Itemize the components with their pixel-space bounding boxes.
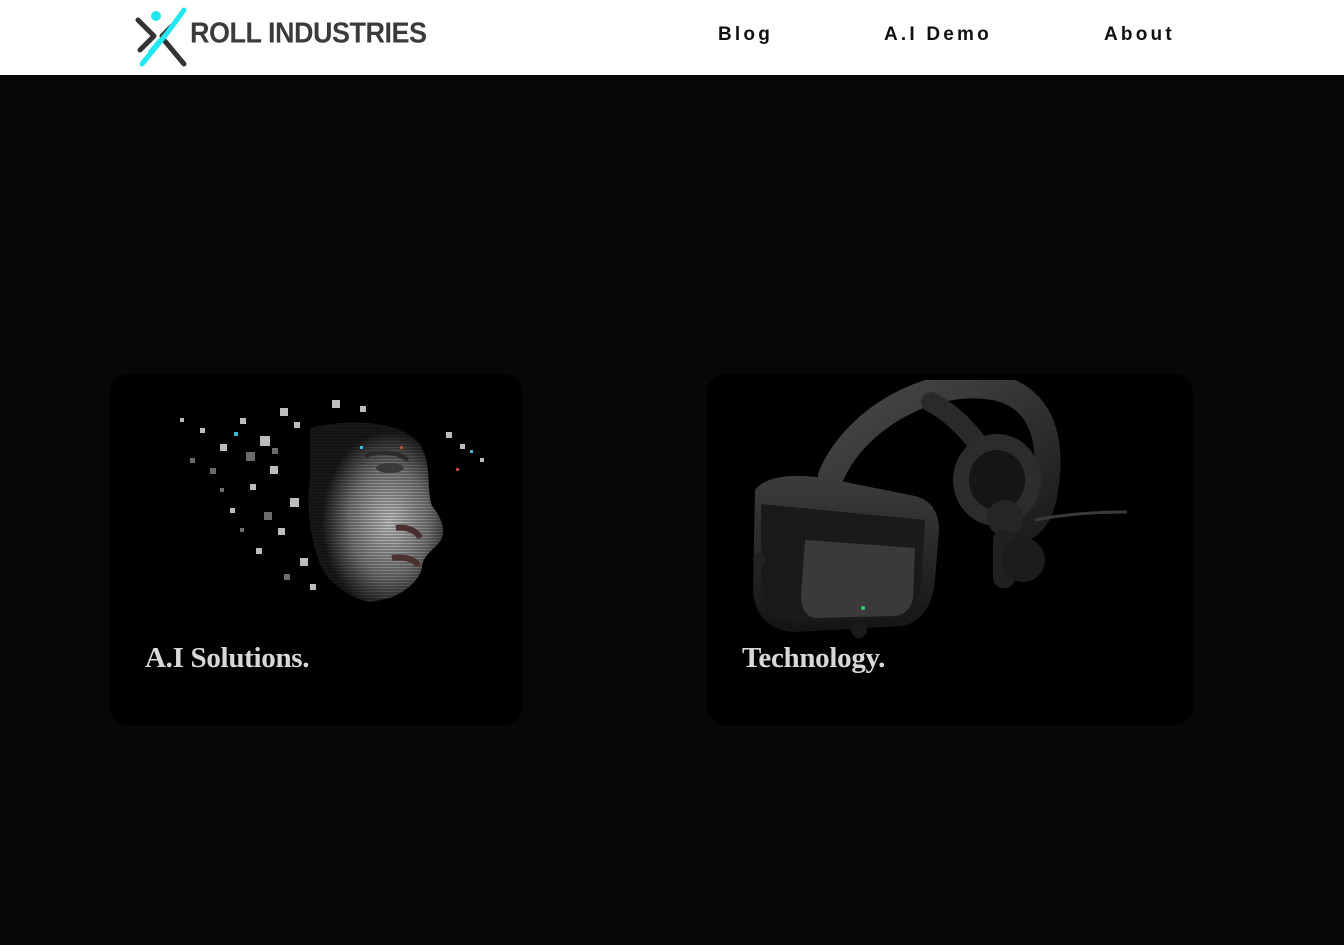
card-title-technology: Technology. [742, 642, 886, 674]
card-title-ai-solutions: A.I Solutions. [145, 642, 310, 674]
nav-link-about[interactable]: About [1104, 24, 1175, 50]
page: ROLL INDUSTRIES Blog A.I Demo About A.I … [0, 0, 1344, 945]
vr-headset-image [753, 380, 1128, 638]
pixelated-face-image [180, 400, 484, 602]
brand-name: ROLL INDUSTRIES [190, 17, 427, 49]
site-header: ROLL INDUSTRIES Blog A.I Demo About [0, 0, 1344, 75]
card-ai-solutions[interactable]: A.I Solutions. [110, 374, 522, 725]
card-technology[interactable]: Technology. [707, 374, 1193, 725]
brand-logo[interactable]: ROLL INDUSTRIES [134, 6, 427, 69]
nav-link-ai-demo[interactable]: A.I Demo [884, 24, 992, 50]
nav-link-blog[interactable]: Blog [718, 24, 773, 50]
runner-x-logo-icon [135, 7, 187, 67]
